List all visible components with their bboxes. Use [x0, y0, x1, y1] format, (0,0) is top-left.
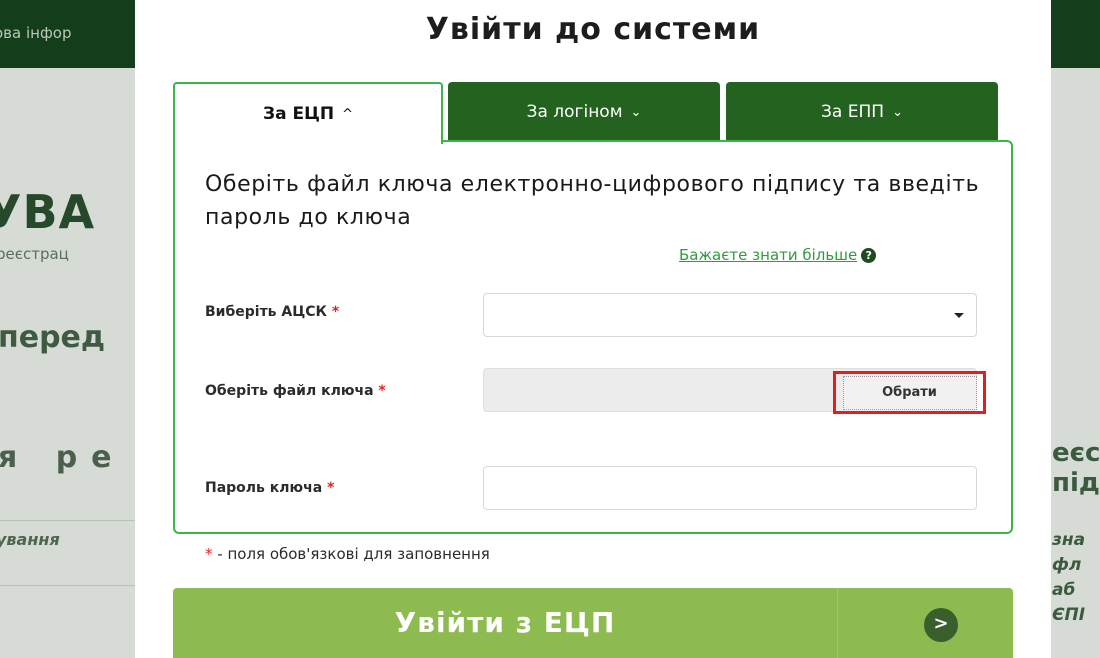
- background-right-text: еєс: [1052, 438, 1100, 468]
- button-divider: [837, 588, 838, 658]
- acsk-label: Виберіть АЦСК *: [205, 302, 339, 323]
- chevron-right-circle-icon: >: [924, 608, 958, 642]
- background-subtext: реєстрац: [0, 245, 69, 263]
- tab-label: За логіном: [526, 102, 623, 122]
- background-bold-text: перед: [0, 320, 106, 355]
- file-label-text: Оберіть файл ключа: [205, 383, 374, 399]
- tab-login[interactable]: За логіном ⌄: [448, 82, 720, 142]
- modal-title: Увійти до системи: [425, 12, 761, 47]
- background-right-text: фл: [1052, 555, 1082, 575]
- background-heading: УВА: [0, 185, 96, 239]
- background-right-text: аб: [1052, 580, 1076, 600]
- password-label: Пароль ключа *: [205, 478, 334, 499]
- learn-more-label: Бажаєте знати більше: [679, 246, 858, 264]
- required-note-text: - поля обов'язкові для заповнення: [217, 545, 490, 563]
- background-header-text: ова інфор: [0, 24, 72, 42]
- chevron-down-icon: ⌄: [630, 104, 642, 120]
- background-row-text: я ре: [0, 440, 126, 475]
- acsk-select[interactable]: [483, 293, 977, 337]
- file-label: Оберіть файл ключа *: [205, 381, 405, 402]
- chevron-up-icon: ^: [342, 106, 353, 122]
- login-ecp-label: Увійти з ЕЦП: [394, 606, 616, 639]
- caret-down-icon: [954, 313, 964, 318]
- tab-epp[interactable]: За ЕПП ⌄: [726, 82, 998, 142]
- tab-label: За ЕЦП: [263, 104, 335, 124]
- background-right-text: зна: [1052, 530, 1086, 550]
- required-mark: *: [327, 480, 335, 496]
- required-mark: *: [331, 304, 340, 320]
- browse-button-highlight: Обрати: [833, 371, 986, 414]
- key-password-input[interactable]: [483, 466, 977, 510]
- chevron-down-icon: ⌄: [892, 104, 903, 120]
- required-mark: *: [378, 383, 386, 399]
- required-mark: *: [205, 545, 213, 563]
- background-right-text: під: [1052, 468, 1100, 498]
- form-instruction: Оберіть файл ключа електронно-цифрового …: [205, 172, 980, 230]
- required-note: * - поля обов'язкові для заповнення: [205, 545, 490, 563]
- background-divider: [0, 585, 135, 586]
- password-label-text: Пароль ключа: [205, 480, 323, 496]
- browse-button[interactable]: Обрати: [842, 375, 977, 410]
- learn-more-link[interactable]: Бажаєте знати більше?: [679, 246, 877, 264]
- background-right-text: ЄПІ: [1052, 605, 1086, 625]
- login-modal: Увійти до системи За ЕЦП ^ За логіном ⌄ …: [135, 0, 1051, 658]
- background-divider: [0, 520, 135, 521]
- login-ecp-button[interactable]: Увійти з ЕЦП >: [173, 588, 1013, 658]
- tab-label: За ЕПП: [821, 102, 885, 122]
- acsk-label-text: Виберіть АЦСК: [205, 304, 327, 320]
- tab-ecp[interactable]: За ЕЦП ^: [173, 82, 443, 144]
- background-italic-text: ування: [0, 530, 60, 549]
- question-circle-icon: ?: [861, 248, 877, 263]
